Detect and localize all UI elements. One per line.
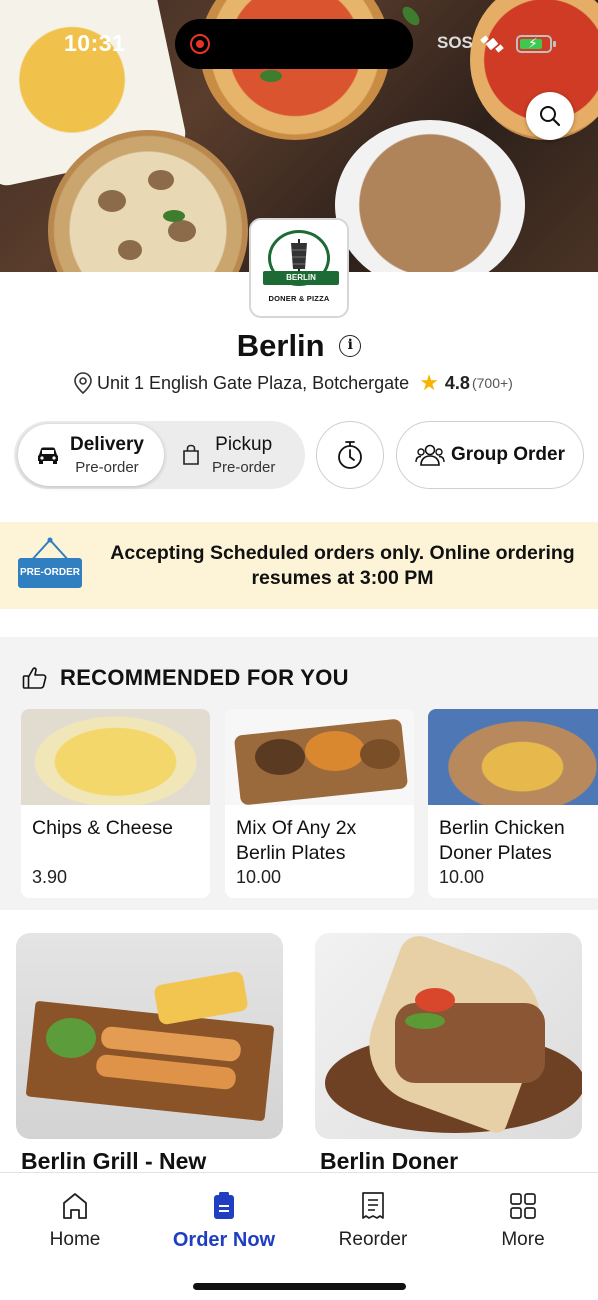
order-bag-icon — [214, 1192, 234, 1219]
info-icon[interactable]: i — [339, 334, 362, 357]
group-order-label: Group Order — [450, 444, 565, 465]
store-logo: BERLIN DONER & PIZZA — [249, 218, 349, 318]
status-time: 10:31 — [64, 30, 126, 56]
chicken-doner-image — [428, 709, 598, 805]
item-name: Chips & Cheese — [32, 817, 173, 839]
menu-category-card[interactable] — [315, 933, 582, 1139]
satellite-icon — [480, 35, 504, 53]
item-name: Berlin Chicken Doner Plates — [439, 817, 565, 864]
menu-category-title: Berlin Doner — [320, 1148, 459, 1174]
search-icon — [540, 106, 561, 127]
nav-reorder[interactable]: Reorder — [308, 1191, 438, 1251]
pickup-option[interactable]: Pickup Pre-order — [182, 424, 302, 486]
star-icon: ★ — [419, 370, 439, 395]
delivery-option[interactable]: Delivery Pre-order — [18, 424, 164, 486]
home-indicator — [193, 1283, 406, 1290]
doner-logo-icon: BERLIN — [263, 230, 339, 286]
chips-cheese-image — [21, 709, 210, 805]
delivery-label: Delivery — [70, 434, 144, 455]
logo-subtitle: DONER & PIZZA — [268, 294, 330, 303]
delivery-sublabel: Pre-order — [75, 459, 139, 476]
recommended-section: RECOMMENDED FOR YOU Chips & Cheese 3.90 … — [0, 637, 598, 910]
receipt-icon — [362, 1192, 384, 1219]
recommended-card[interactable]: Mix Of Any 2x Berlin Plates 10.00 — [225, 709, 414, 898]
store-name-row: Berlin i — [0, 326, 598, 364]
schedule-button[interactable] — [316, 421, 384, 489]
grid-icon — [510, 1193, 536, 1219]
nav-home[interactable]: Home — [10, 1191, 140, 1251]
order-mode-toggle: Delivery Pre-order Pickup Pre-order — [14, 421, 305, 489]
pickup-sublabel: Pre-order — [212, 459, 276, 476]
menu-category-title: Berlin Grill - New — [21, 1148, 207, 1174]
car-icon — [38, 447, 58, 464]
group-order-button[interactable]: Group Order — [396, 421, 584, 489]
location-pin-icon — [74, 372, 92, 394]
doner-plate-image — [335, 120, 525, 272]
nav-more[interactable]: More — [458, 1191, 588, 1251]
stopwatch-icon — [338, 441, 362, 469]
recommended-card[interactable]: Chips & Cheese 3.90 — [21, 709, 210, 898]
thumbs-up-icon — [22, 667, 47, 689]
nav-label: Reorder — [338, 1229, 408, 1250]
recommended-heading: RECOMMENDED FOR YOU — [60, 665, 349, 690]
nav-label: More — [501, 1229, 545, 1250]
recommended-header: RECOMMENDED FOR YOU — [22, 665, 349, 691]
item-name: Mix Of Any 2x Berlin Plates — [236, 817, 357, 864]
banner-message: Accepting Scheduled orders only. Online … — [110, 542, 575, 589]
nav-order-now[interactable]: Order Now — [159, 1191, 289, 1252]
nav-label: Order Now — [172, 1229, 276, 1251]
pickup-label: Pickup — [215, 434, 273, 455]
recording-indicator-icon — [190, 34, 210, 54]
item-price: 10.00 — [236, 867, 282, 887]
store-rating: 4.8 — [444, 372, 470, 393]
logo-ribbon: BERLIN — [263, 271, 339, 285]
dynamic-island — [175, 19, 413, 69]
scheduled-orders-banner: PRE-ORDER Accepting Scheduled orders onl… — [0, 522, 598, 609]
address-row: Unit 1 English Gate Plaza, Botchergate ★… — [73, 370, 513, 396]
mix-plates-image — [225, 709, 414, 805]
search-button[interactable] — [526, 92, 574, 140]
battery-icon: ⚡ — [516, 35, 556, 53]
shopping-bag-icon — [183, 444, 199, 465]
group-users-icon — [415, 444, 445, 466]
store-name: Berlin — [236, 327, 325, 363]
store-address: Unit 1 English Gate Plaza, Botchergate — [97, 372, 410, 393]
rating-count: (700+) — [471, 375, 513, 391]
preorder-sign: PRE-ORDER — [18, 558, 82, 588]
recommended-card[interactable]: Berlin Chicken Doner Plates 10.00 — [428, 709, 598, 898]
item-price: 10.00 — [439, 867, 485, 887]
home-icon — [63, 1193, 87, 1219]
bottom-navigation: Home Order Now Reorder More — [0, 1172, 598, 1300]
menu-category-card[interactable] — [16, 933, 283, 1139]
sos-label: SOS — [437, 33, 473, 52]
item-price: 3.90 — [32, 867, 68, 887]
nav-label: Home — [49, 1229, 101, 1250]
